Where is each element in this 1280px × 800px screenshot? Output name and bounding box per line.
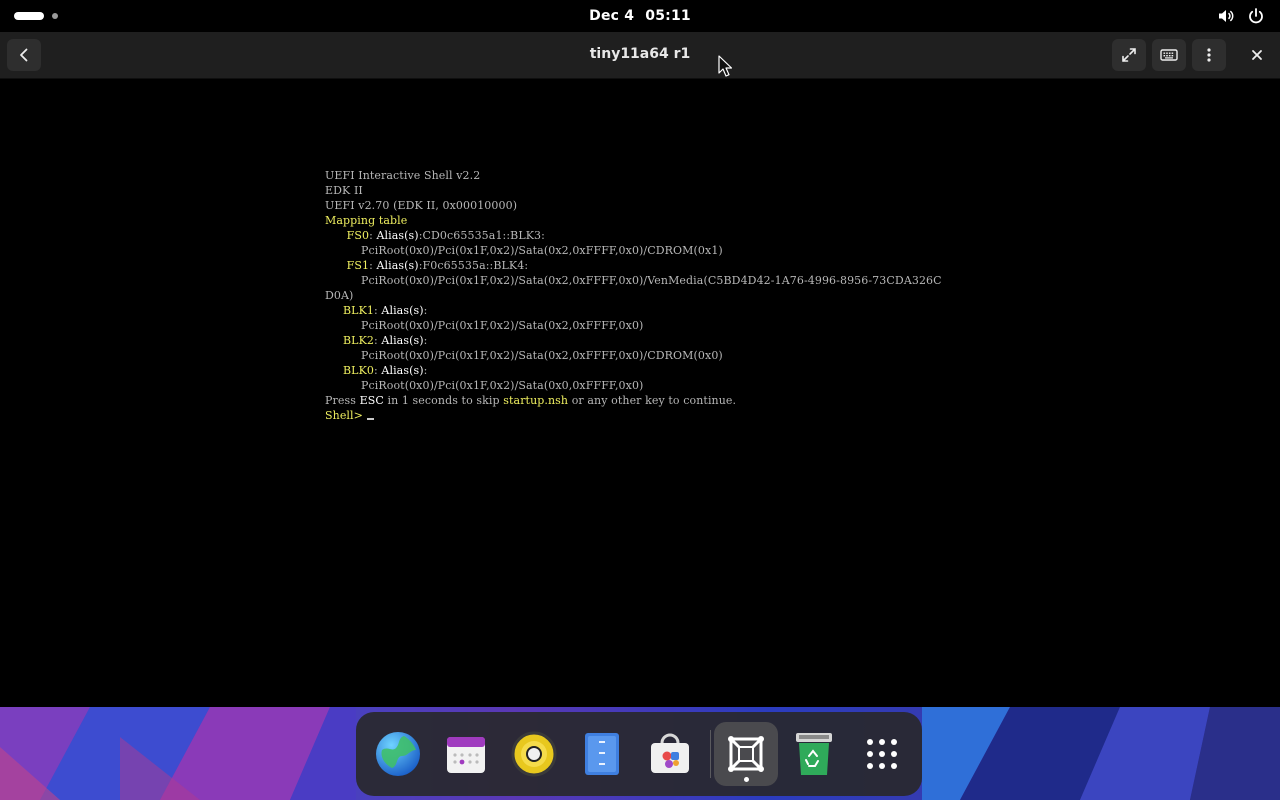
files-app-icon <box>585 733 619 775</box>
trash-app-icon <box>796 733 832 775</box>
menu-icon <box>1207 48 1211 62</box>
terminal-text: : <box>423 304 428 317</box>
main-menu-button[interactable] <box>1192 39 1226 71</box>
terminal-line: Mapping table <box>325 213 942 228</box>
terminal-text: UEFI v2.70 (EDK II, 0x00010000) <box>325 199 518 212</box>
clock[interactable]: Dec 4 05:11 <box>586 8 694 24</box>
terminal-text: PciRoot(0x0)/Pci(0x1F,0x2)/Sata(0x2,0xFF… <box>325 349 723 362</box>
terminal-line: FS0: Alias(s):CD0c65535a1::BLK3: <box>325 228 942 243</box>
terminal-line: UEFI Interactive Shell v2.2 <box>325 168 942 183</box>
terminal-line: PciRoot(0x0)/Pci(0x1F,0x2)/Sata(0x0,0xFF… <box>325 378 942 393</box>
dock-item-browser[interactable] <box>366 722 430 786</box>
terminal-text: EDK II <box>325 184 363 197</box>
terminal-line: Press ESC in 1 seconds to skip startup.n… <box>325 393 942 408</box>
dock <box>356 712 922 796</box>
system-menu[interactable] <box>1216 6 1266 26</box>
terminal-text: :CD0c65535a1::BLK3: <box>418 229 545 242</box>
clock-date: Dec 4 <box>589 8 635 24</box>
uefi-shell-output: UEFI Interactive Shell v2.2 EDK II UEFI v2… <box>325 168 942 423</box>
dock-item-app-grid[interactable] <box>850 722 914 786</box>
terminal-text: PciRoot(0x0)/Pci(0x1F,0x2)/Sata(0x0,0xFF… <box>325 379 644 392</box>
dock-item-software[interactable] <box>638 722 702 786</box>
mouse-pointer-icon <box>718 55 732 77</box>
terminal-text: Alias(s) <box>381 334 424 347</box>
terminal-text: PciRoot(0x0)/Pci(0x1F,0x2)/Sata(0x2,0xFF… <box>325 319 644 332</box>
window-title: tiny11a64 r1 <box>589 46 691 62</box>
terminal-line: UEFI v2.70 (EDK II, 0x00010000) <box>325 198 942 213</box>
vm-display[interactable]: UEFI Interactive Shell v2.2 EDK II UEFI v2… <box>0 79 1280 707</box>
terminal-text: Alias(s) <box>381 304 424 317</box>
terminal-text: FS1 <box>346 259 370 272</box>
terminal-line: BLK2: Alias(s): <box>325 333 942 348</box>
calendar-app-icon <box>447 737 485 773</box>
workspace-indicator <box>52 13 58 19</box>
fullscreen-button[interactable] <box>1112 39 1146 71</box>
dock-item-trash[interactable] <box>782 722 846 786</box>
terminal-text: BLK1 <box>342 304 374 317</box>
music-app-icon <box>511 731 557 777</box>
terminal-line: Shell> <box>325 408 942 423</box>
terminal-text: in 1 seconds to skip <box>383 394 504 407</box>
terminal-text: ESC <box>359 394 384 407</box>
terminal-text: Shell> <box>325 409 367 422</box>
window-header-bar: tiny11a64 r1 <box>0 32 1280 79</box>
terminal-line: PciRoot(0x0)/Pci(0x1F,0x2)/Sata(0x2,0xFF… <box>325 318 942 333</box>
dock-item-files[interactable] <box>570 722 634 786</box>
dock-separator <box>710 730 711 778</box>
running-indicator <box>744 777 749 782</box>
terminal-line: D0A) <box>325 288 942 303</box>
close-icon <box>1252 50 1262 60</box>
terminal-text: startup.nsh <box>503 394 569 407</box>
terminal-text: PciRoot(0x0)/Pci(0x1F,0x2)/Sata(0x2,0xFF… <box>325 244 723 257</box>
fullscreen-icon <box>1122 48 1136 62</box>
power-icon <box>1246 6 1266 26</box>
terminal-text: : <box>423 364 428 377</box>
terminal-text: FS0 <box>346 229 370 242</box>
terminal-line: FS1: Alias(s):F0c65535a::BLK4: <box>325 258 942 273</box>
keyboard-icon <box>1160 49 1178 61</box>
terminal-text: Alias(s) <box>376 259 419 272</box>
close-button[interactable] <box>1240 39 1274 71</box>
terminal-line: EDK II <box>325 183 942 198</box>
terminal-text: or any other key to continue. <box>568 394 737 407</box>
terminal-text: : <box>423 334 428 347</box>
dock-item-music[interactable] <box>502 722 566 786</box>
dock-item-calendar[interactable] <box>434 722 498 786</box>
software-app-icon <box>651 733 689 773</box>
text-cursor <box>366 418 374 420</box>
terminal-line: PciRoot(0x0)/Pci(0x1F,0x2)/Sata(0x2,0xFF… <box>325 243 942 258</box>
terminal-text: BLK0 <box>342 364 374 377</box>
app-grid-icon <box>867 739 897 769</box>
terminal-text: UEFI Interactive Shell v2.2 <box>325 169 481 182</box>
terminal-text: BLK2 <box>342 334 374 347</box>
browser-app-icon <box>376 732 420 776</box>
terminal-line: BLK1: Alias(s): <box>325 303 942 318</box>
terminal-line: PciRoot(0x0)/Pci(0x1F,0x2)/Sata(0x2,0xFF… <box>325 348 942 363</box>
terminal-text: PciRoot(0x0)/Pci(0x1F,0x2)/Sata(0x2,0xFF… <box>325 274 942 287</box>
clock-time: 05:11 <box>645 8 691 24</box>
terminal-text: :F0c65535a::BLK4: <box>418 259 529 272</box>
terminal-text: Mapping table <box>325 214 408 227</box>
send-keys-button[interactable] <box>1152 39 1186 71</box>
workspace-active-indicator <box>14 12 44 20</box>
dock-item-boxes[interactable] <box>714 722 778 786</box>
terminal-text: Alias(s) <box>381 364 424 377</box>
terminal-text: Alias(s) <box>376 229 419 242</box>
top-bar: Dec 4 05:11 <box>0 0 1280 32</box>
activities-button[interactable] <box>14 11 58 21</box>
volume-icon <box>1216 6 1236 26</box>
boxes-app-icon <box>728 736 764 772</box>
terminal-line: PciRoot(0x0)/Pci(0x1F,0x2)/Sata(0x2,0xFF… <box>325 273 942 288</box>
terminal-text: Press <box>325 394 360 407</box>
terminal-line: BLK0: Alias(s): <box>325 363 942 378</box>
terminal-text: D0A) <box>325 289 354 302</box>
